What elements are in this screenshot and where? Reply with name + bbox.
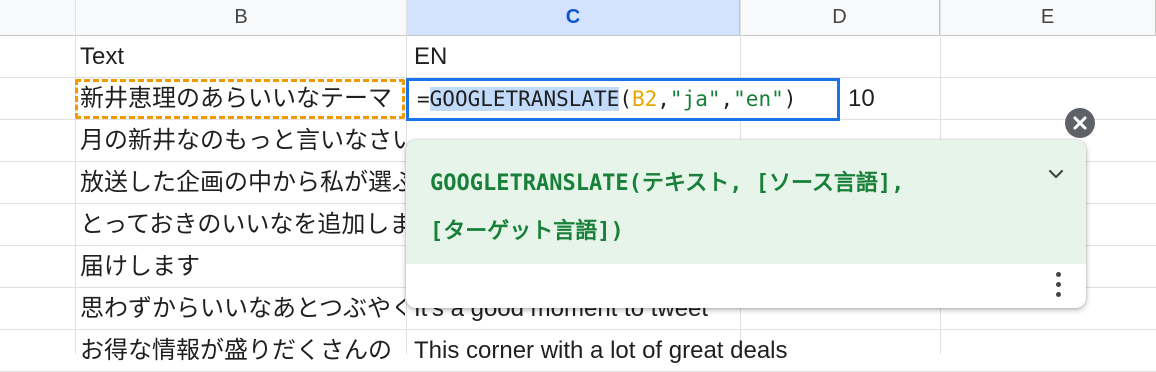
formula-function-name: GOOGLETRANSLATE (429, 87, 620, 111)
formula-separator: , (657, 87, 670, 111)
more-vert-icon[interactable] (1054, 272, 1062, 300)
column-header-d[interactable]: D (740, 0, 940, 36)
cell-b1[interactable]: Text (80, 36, 405, 78)
formula-equals: = (417, 87, 430, 111)
cell-b8[interactable]: お得な情報が盛りだくさんの (80, 330, 405, 372)
cell-b7[interactable]: 思わずからいいなあとつぶやく (80, 288, 405, 330)
formula-string-arg: "en" (733, 87, 784, 111)
function-signature-panel[interactable]: GOOGLETRANSLATE(テキスト, [ソース言語], [ターゲット言語]… (406, 140, 1086, 264)
column-header-label: D (832, 6, 847, 28)
column-header-a[interactable] (0, 0, 76, 36)
cell-c1[interactable]: EN (414, 36, 1156, 78)
column-header-b[interactable]: B (76, 0, 407, 36)
close-icon[interactable] (1065, 108, 1095, 138)
cell-b4[interactable]: 放送した企画の中から私が選ぶ (80, 162, 405, 204)
chevron-down-icon[interactable] (1044, 162, 1068, 186)
formula-cell-reference: B2 (631, 87, 658, 111)
cell-d2[interactable]: 10 (848, 78, 875, 120)
formula-separator: , (720, 87, 734, 111)
column-header-label: B (234, 6, 248, 28)
formula-string-arg: "ja" (669, 87, 721, 111)
table-row: Text EN (0, 36, 1156, 78)
column-header-c[interactable]: C (407, 0, 740, 36)
column-header-e[interactable]: E (940, 0, 1156, 36)
formula-reference-highlight (75, 79, 405, 119)
cell-b3[interactable]: 月の新井なのもっと言いなさい (80, 120, 405, 162)
table-row: お得な情報が盛りだくさんの This corner with a lot of … (0, 330, 1156, 372)
formula-paren: ( (619, 87, 632, 111)
cell-b6[interactable]: 届けします (80, 246, 405, 288)
formula-help-popup: GOOGLETRANSLATE(テキスト, [ソース言語], [ターゲット言語]… (406, 140, 1086, 308)
column-header-label: E (1040, 6, 1055, 28)
formula-paren: ) (783, 87, 797, 111)
signature-line: GOOGLETRANSLATE(テキスト, [ソース言語], (430, 171, 905, 196)
signature-line: [ターゲット言語]) (430, 219, 624, 244)
cell-b5[interactable]: とっておきのいいなを追加します (80, 204, 405, 246)
cell-editor-c2[interactable]: =GOOGLETRANSLATE(B2,"ja","en") (406, 78, 840, 121)
cell-c8[interactable]: This corner with a lot of great deals (414, 330, 1156, 372)
column-header-label: C (565, 6, 581, 28)
function-signature: GOOGLETRANSLATE(テキスト, [ソース言語], [ターゲット言語]… (430, 160, 1030, 256)
